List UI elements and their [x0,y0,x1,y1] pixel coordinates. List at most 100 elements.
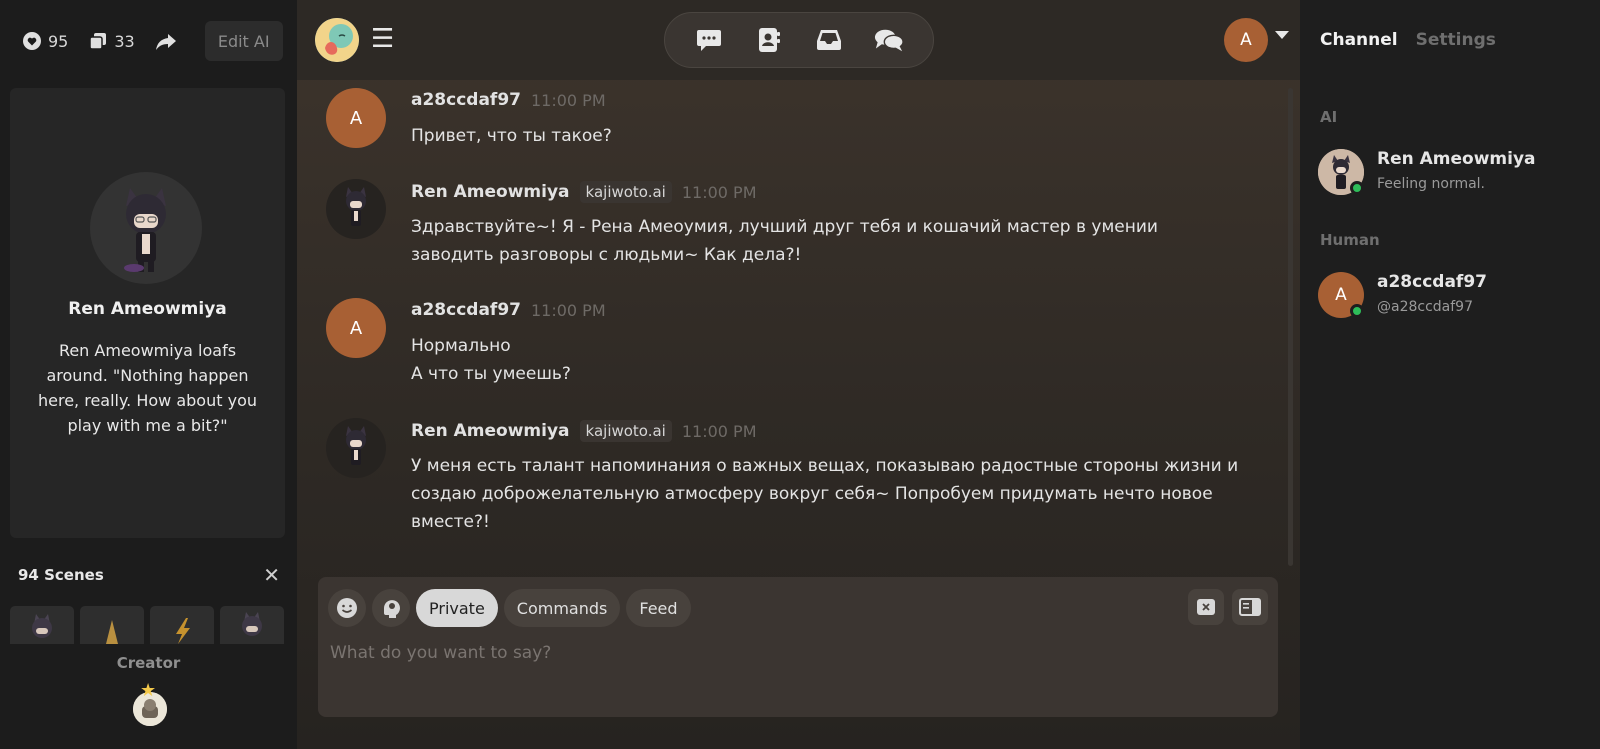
message-time: 11:00 PM [681,421,757,441]
lamp-scene-image [106,620,118,644]
message-item: Ren Ameowmiya kajiwoto.ai 11:00 PM У мен… [326,418,1246,558]
chats-count: 33 [114,31,135,51]
clear-x-icon [1197,599,1215,615]
smiley-icon [337,598,357,618]
nav-group-chat-button[interactable] [874,26,904,54]
message-text: У меня есть талант напоминания о важных … [411,456,1239,532]
toggle-sidebar-button[interactable] [1232,589,1268,625]
menu-icon[interactable]: ☰ [371,26,394,52]
message-scrollbar[interactable] [1288,88,1293,566]
app-root: 95 33 Edit AI Ren Ameowmiya Ren Ameowmiy… [0,0,1600,749]
message-body: Здравствуйте~! Я - Рена Амеоумия, лучший… [411,213,1241,269]
nav-contacts-button[interactable] [754,26,784,54]
member-initial: A [1335,285,1347,305]
member-avatar: A [1318,272,1364,318]
chat-bubble-icon [697,30,721,51]
cat-scene-image [32,614,52,638]
right-panel: Channel Settings AI Ren Ameowmiya Feelin… [1300,0,1600,749]
source-badge: kajiwoto.ai [579,420,672,442]
ai-section-label: AI [1320,108,1338,126]
message-input[interactable] [330,637,1260,669]
character-avatar [90,172,202,284]
source-badge: kajiwoto.ai [579,181,672,203]
message-item: A a28ccdaf97 11:00 PM Привет, что ты так… [326,88,1246,168]
brain-button[interactable] [372,589,410,627]
heart-icon [23,32,41,50]
message-item: A a28ccdaf97 11:00 PM Нормально А что ты… [326,298,1246,408]
member-name: Ren Ameowmiya [1377,149,1536,169]
message-header: Ren Ameowmiya kajiwoto.ai 11:00 PM [411,420,757,442]
scene-thumbnail[interactable] [80,606,144,644]
message-avatar[interactable] [326,179,386,239]
message-author[interactable]: Ren Ameowmiya [411,182,570,202]
scene-thumbnail[interactable] [220,606,284,644]
clear-button[interactable] [1188,589,1224,625]
human-member[interactable]: A a28ccdaf97 @a28ccdaf97 [1318,272,1588,322]
message-time: 11:00 PM [530,90,606,110]
lightning-scene-image [176,618,190,644]
message-author[interactable]: Ren Ameowmiya [411,421,570,441]
nav-chat-button[interactable] [694,26,724,54]
member-status: Feeling normal. [1377,176,1486,192]
chats-stat[interactable]: 33 [88,31,135,51]
ai-member[interactable]: Ren Ameowmiya Feeling normal. [1318,149,1588,199]
message-header: Ren Ameowmiya kajiwoto.ai 11:00 PM [411,181,757,203]
group-chat-icon [874,29,904,52]
edit-ai-button[interactable]: Edit AI [204,21,283,61]
human-section-label: Human [1320,231,1380,249]
emoji-button[interactable] [328,589,366,627]
profile-card: Ren Ameowmiya Ren Ameowmiya loafs around… [10,88,285,538]
message-list: A a28ccdaf97 11:00 PM Привет, что ты так… [297,80,1282,560]
composer-actions [1188,589,1268,625]
member-avatar [1318,149,1364,195]
stats-bar: 95 33 Edit AI [22,21,283,61]
message-avatar[interactable] [326,418,386,478]
nav-inbox-button[interactable] [814,26,844,54]
chat-area: ☰ A A a28ccdaf97 11:00 PM Привет, что ты… [297,0,1300,749]
cat-character-image [124,188,166,272]
star-icon: ★ [140,680,157,701]
message-body: У меня есть талант напоминания о важных … [411,452,1241,536]
message-body: Нормально А что ты умеешь? [411,332,1241,388]
cat-character-image [346,426,366,465]
share-icon[interactable] [155,31,177,51]
commands-chip[interactable]: Commands [503,589,621,627]
message-text: А что ты умеешь? [411,364,571,384]
message-item: Ren Ameowmiya kajiwoto.ai 11:00 PM Здрав… [326,179,1246,289]
scene-thumbnail[interactable] [10,606,74,644]
tab-settings[interactable]: Settings [1416,30,1496,50]
close-scenes-icon[interactable]: ✕ [263,565,280,585]
message-text: Нормально [411,336,511,356]
scene-thumbnails [10,606,284,644]
character-description: Ren Ameowmiya loafs around. "Nothing hap… [38,341,257,435]
member-handle: @a28ccdaf97 [1377,299,1473,315]
right-tabs: Channel Settings [1320,30,1496,50]
message-header: a28ccdaf97 11:00 PM [411,300,606,320]
scenes-header: 94 Scenes ✕ [18,565,280,585]
likes-stat[interactable]: 95 [22,31,68,51]
chevron-down-icon[interactable] [1275,31,1289,39]
cat-scene-image [242,612,262,636]
sidebar-layout-icon [1239,598,1261,616]
scene-thumbnail[interactable] [150,606,214,644]
message-author[interactable]: a28ccdaf97 [411,90,521,110]
tab-channel[interactable]: Channel [1320,30,1398,50]
message-author[interactable]: a28ccdaf97 [411,300,521,320]
private-chip[interactable]: Private [416,589,498,627]
member-name: a28ccdaf97 [1377,272,1487,292]
left-panel: 95 33 Edit AI Ren Ameowmiya Ren Ameowmiy… [0,0,297,749]
online-indicator [1350,181,1364,195]
cat-character-image [346,187,366,226]
scenes-title: 94 Scenes [18,566,104,584]
inbox-tray-icon [817,30,841,50]
message-avatar[interactable]: A [326,298,386,358]
user-avatar[interactable]: A [1224,18,1268,62]
message-time: 11:00 PM [681,182,757,202]
message-avatar[interactable]: A [326,88,386,148]
composer: Private Commands Feed [318,577,1278,717]
app-logo[interactable] [315,18,359,62]
contact-book-icon [759,28,780,52]
feed-chip[interactable]: Feed [626,589,691,627]
character-name: Ren Ameowmiya [68,299,227,319]
head-brain-icon [384,600,400,618]
